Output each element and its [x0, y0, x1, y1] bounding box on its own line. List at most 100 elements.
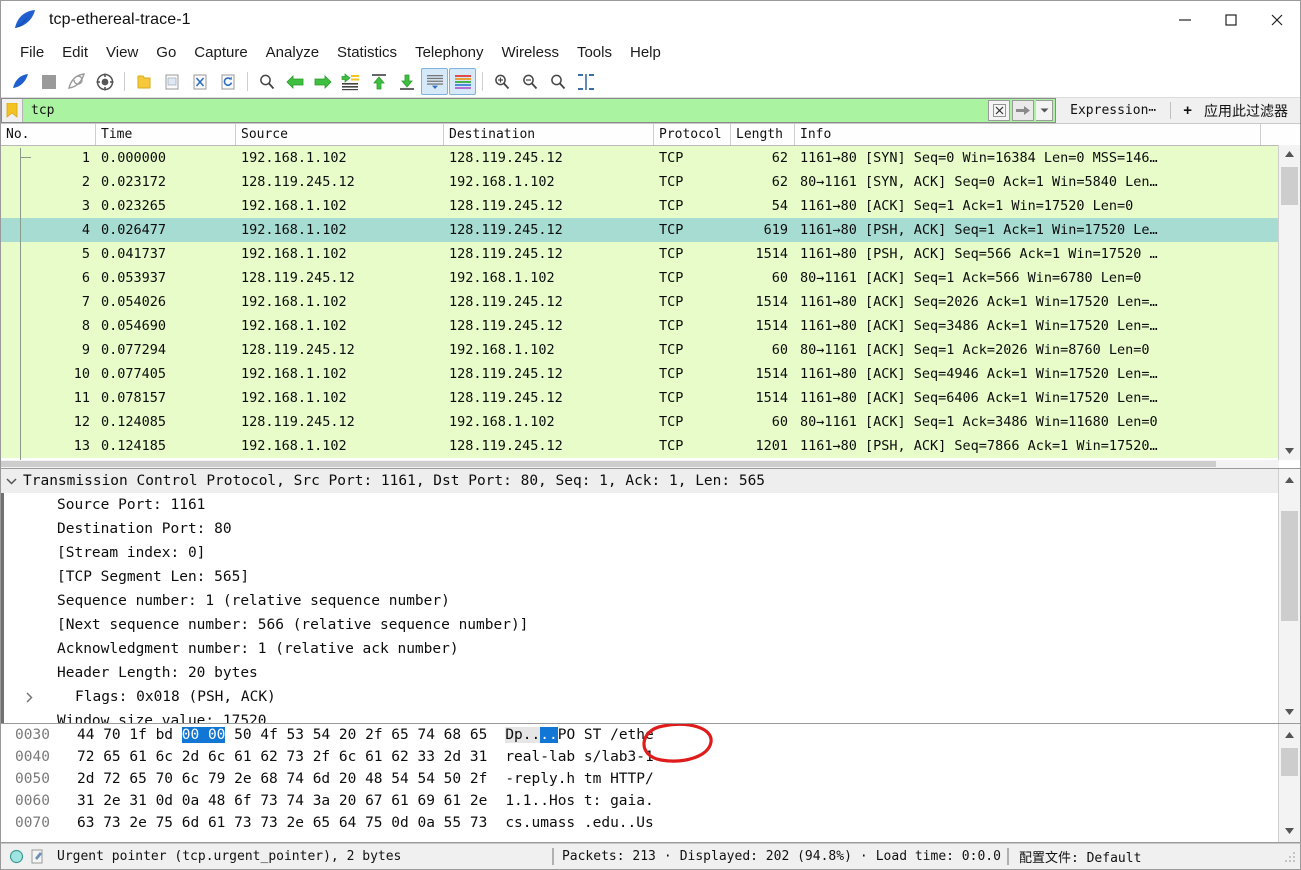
- zoom-reset-icon[interactable]: [544, 68, 571, 95]
- filter-expression-button[interactable]: Expression⋯: [1062, 103, 1164, 118]
- column-header-destination[interactable]: Destination: [444, 124, 654, 145]
- packet-details-tree[interactable]: Transmission Control Protocol, Src Port:…: [1, 469, 1300, 723]
- hex-bytes[interactable]: 2d 72 65 70 6c 79 2e 68 74 6d 20 48 54 5…: [77, 771, 487, 787]
- menu-wireless[interactable]: Wireless: [492, 42, 568, 63]
- apply-this-filter-label[interactable]: 应用此过滤器: [1198, 101, 1294, 121]
- close-button[interactable]: [1254, 1, 1300, 39]
- packet-details-pane[interactable]: Transmission Control Protocol, Src Port:…: [1, 469, 1300, 724]
- bytes-scroll-thumb[interactable]: [1281, 748, 1298, 776]
- detail-line[interactable]: Destination Port: 80: [1, 517, 1300, 541]
- go-to-packet-icon[interactable]: [337, 68, 364, 95]
- packet-row[interactable]: 4 0.026477 192.168.1.102 128.119.245.12 TCP 6…: [1, 218, 1300, 242]
- detail-line[interactable]: Sequence number: 1 (relative sequence nu…: [1, 589, 1300, 613]
- detail-line[interactable]: Acknowledgment number: 1 (relative ack n…: [1, 637, 1300, 661]
- save-file-icon[interactable]: [158, 68, 185, 95]
- packet-row[interactable]: 10 0.077405 192.168.1.102 128.119.245.12 TCP…: [1, 362, 1300, 386]
- hex-ascii[interactable]: Dp....PO ST /ethe: [487, 727, 654, 743]
- details-scroll-down-icon[interactable]: [1279, 703, 1300, 721]
- hex-ascii[interactable]: cs.umass .edu..Us: [487, 815, 653, 831]
- bytes-scroll-down-icon[interactable]: [1279, 822, 1300, 840]
- details-scroll-thumb[interactable]: [1281, 511, 1298, 621]
- chevron-down-icon[interactable]: [1, 477, 21, 485]
- packet-list-hscroll-thumb[interactable]: [1, 461, 1216, 467]
- menu-go[interactable]: Go: [147, 42, 185, 63]
- packet-row[interactable]: 13 0.124185 192.168.1.102 128.119.245.12 TCP…: [1, 434, 1300, 458]
- detail-line[interactable]: Source Port: 1161: [1, 493, 1300, 517]
- go-last-packet-icon[interactable]: [393, 68, 420, 95]
- hex-row[interactable]: 0050 2d 72 65 70 6c 79 2e 68 74 6d 20 48 …: [1, 768, 1300, 790]
- expert-info-icon[interactable]: [30, 849, 45, 864]
- scroll-down-icon[interactable]: [1279, 442, 1300, 460]
- display-filter-input[interactable]: [23, 99, 987, 122]
- bytes-scroll-up-icon[interactable]: [1279, 726, 1300, 744]
- resize-columns-icon[interactable]: [572, 68, 599, 95]
- menu-telephony[interactable]: Telephony: [406, 42, 492, 63]
- menu-edit[interactable]: Edit: [53, 42, 97, 63]
- column-header-length[interactable]: Length: [731, 124, 795, 145]
- auto-scroll-icon[interactable]: [421, 68, 448, 95]
- hex-bytes[interactable]: 44 70 1f bd 00 00 50 4f 53 54 20 2f 65 7…: [77, 727, 487, 743]
- open-file-icon[interactable]: [130, 68, 157, 95]
- packet-details-vscrollbar[interactable]: [1278, 469, 1300, 723]
- hex-dump[interactable]: 0030 44 70 1f bd 00 00 50 4f 53 54 20 2f …: [1, 724, 1300, 834]
- column-header-source[interactable]: Source: [236, 124, 444, 145]
- hex-row[interactable]: 0030 44 70 1f bd 00 00 50 4f 53 54 20 2f …: [1, 724, 1300, 746]
- detail-line[interactable]: Window size value: 17520: [1, 709, 1300, 723]
- detail-line[interactable]: [Stream index: 0]: [1, 541, 1300, 565]
- reload-file-icon[interactable]: [214, 68, 241, 95]
- packet-row[interactable]: 1 0.000000 192.168.1.102 128.119.245.12 TCP 6…: [1, 146, 1300, 170]
- detail-line[interactable]: Flags: 0x018 (PSH, ACK): [1, 685, 1300, 709]
- go-first-packet-icon[interactable]: [365, 68, 392, 95]
- packet-list-hscrollbar[interactable]: [1, 460, 1279, 468]
- packet-list-scroll-thumb[interactable]: [1281, 167, 1298, 205]
- apply-filter-icon[interactable]: [1012, 100, 1035, 121]
- packet-row[interactable]: 8 0.054690 192.168.1.102 128.119.245.12 TCP 1…: [1, 314, 1300, 338]
- colorize-icon[interactable]: [449, 68, 476, 95]
- start-capture-icon[interactable]: [7, 68, 34, 95]
- packet-row[interactable]: 5 0.041737 192.168.1.102 128.119.245.12 TCP 1…: [1, 242, 1300, 266]
- resize-grip-icon[interactable]: [1284, 851, 1296, 863]
- column-header-no[interactable]: No.: [1, 124, 96, 145]
- hex-row[interactable]: 0060 31 2e 31 0d 0a 48 6f 73 74 3a 20 67 …: [1, 790, 1300, 812]
- menu-analyze[interactable]: Analyze: [257, 42, 328, 63]
- hex-bytes[interactable]: 72 65 61 6c 2d 6c 61 62 73 2f 6c 61 62 3…: [77, 749, 487, 765]
- column-header-time[interactable]: Time: [96, 124, 236, 145]
- stop-capture-icon[interactable]: [35, 68, 62, 95]
- clear-filter-icon[interactable]: [988, 100, 1011, 121]
- details-scroll-up-icon[interactable]: [1279, 471, 1300, 489]
- packet-row[interactable]: 6 0.053937 128.119.245.12 192.168.1.102 TCP 6…: [1, 266, 1300, 290]
- menu-statistics[interactable]: Statistics: [328, 42, 406, 63]
- detail-line[interactable]: [Next sequence number: 566 (relative seq…: [1, 613, 1300, 637]
- menu-file[interactable]: File: [11, 42, 53, 63]
- menu-capture[interactable]: Capture: [185, 42, 256, 63]
- display-filter-input-wrap[interactable]: [1, 98, 1057, 123]
- close-file-icon[interactable]: [186, 68, 213, 95]
- restart-capture-icon[interactable]: [63, 68, 90, 95]
- detail-line[interactable]: Header Length: 20 bytes: [1, 661, 1300, 685]
- status-profile[interactable]: 配置文件: Default: [1013, 847, 1141, 866]
- hex-row[interactable]: 0070 63 73 2e 75 6d 61 73 73 2e 65 64 75 …: [1, 812, 1300, 834]
- detail-line[interactable]: [TCP Segment Len: 565]: [1, 565, 1300, 589]
- packet-row[interactable]: 3 0.023265 192.168.1.102 128.119.245.12 TCP 5…: [1, 194, 1300, 218]
- capture-options-icon[interactable]: [91, 68, 118, 95]
- go-back-icon[interactable]: [281, 68, 308, 95]
- zoom-in-icon[interactable]: [488, 68, 515, 95]
- chevron-right-icon[interactable]: [19, 691, 39, 703]
- packet-row[interactable]: 9 0.077294 128.119.245.12 192.168.1.102 TCP 6…: [1, 338, 1300, 362]
- packet-row[interactable]: 11 0.078157 192.168.1.102 128.119.245.12 TCP…: [1, 386, 1300, 410]
- hex-ascii[interactable]: real-lab s/lab3-1: [487, 749, 653, 765]
- detail-line[interactable]: Transmission Control Protocol, Src Port:…: [1, 469, 1300, 493]
- hex-row[interactable]: 0040 72 65 61 6c 2d 6c 61 62 73 2f 6c 61 …: [1, 746, 1300, 768]
- chevron-down-icon[interactable]: [1036, 100, 1054, 121]
- column-header-protocol[interactable]: Protocol: [654, 124, 731, 145]
- hex-ascii[interactable]: -reply.h tm HTTP/: [487, 771, 653, 787]
- zoom-out-icon[interactable]: [516, 68, 543, 95]
- capture-status-icon[interactable]: [9, 849, 24, 864]
- hex-bytes[interactable]: 31 2e 31 0d 0a 48 6f 73 74 3a 20 67 61 6…: [77, 793, 487, 809]
- hex-ascii[interactable]: 1.1..Hos t: gaia.: [487, 793, 653, 809]
- packet-list-rows[interactable]: 1 0.000000 192.168.1.102 128.119.245.12 TCP 6…: [1, 146, 1300, 468]
- packet-bytes-pane[interactable]: 0030 44 70 1f bd 00 00 50 4f 53 54 20 2f …: [1, 724, 1300, 843]
- menu-tools[interactable]: Tools: [568, 42, 621, 63]
- packet-row[interactable]: 12 0.124085 128.119.245.12 192.168.1.102 TCP…: [1, 410, 1300, 434]
- find-packet-icon[interactable]: [253, 68, 280, 95]
